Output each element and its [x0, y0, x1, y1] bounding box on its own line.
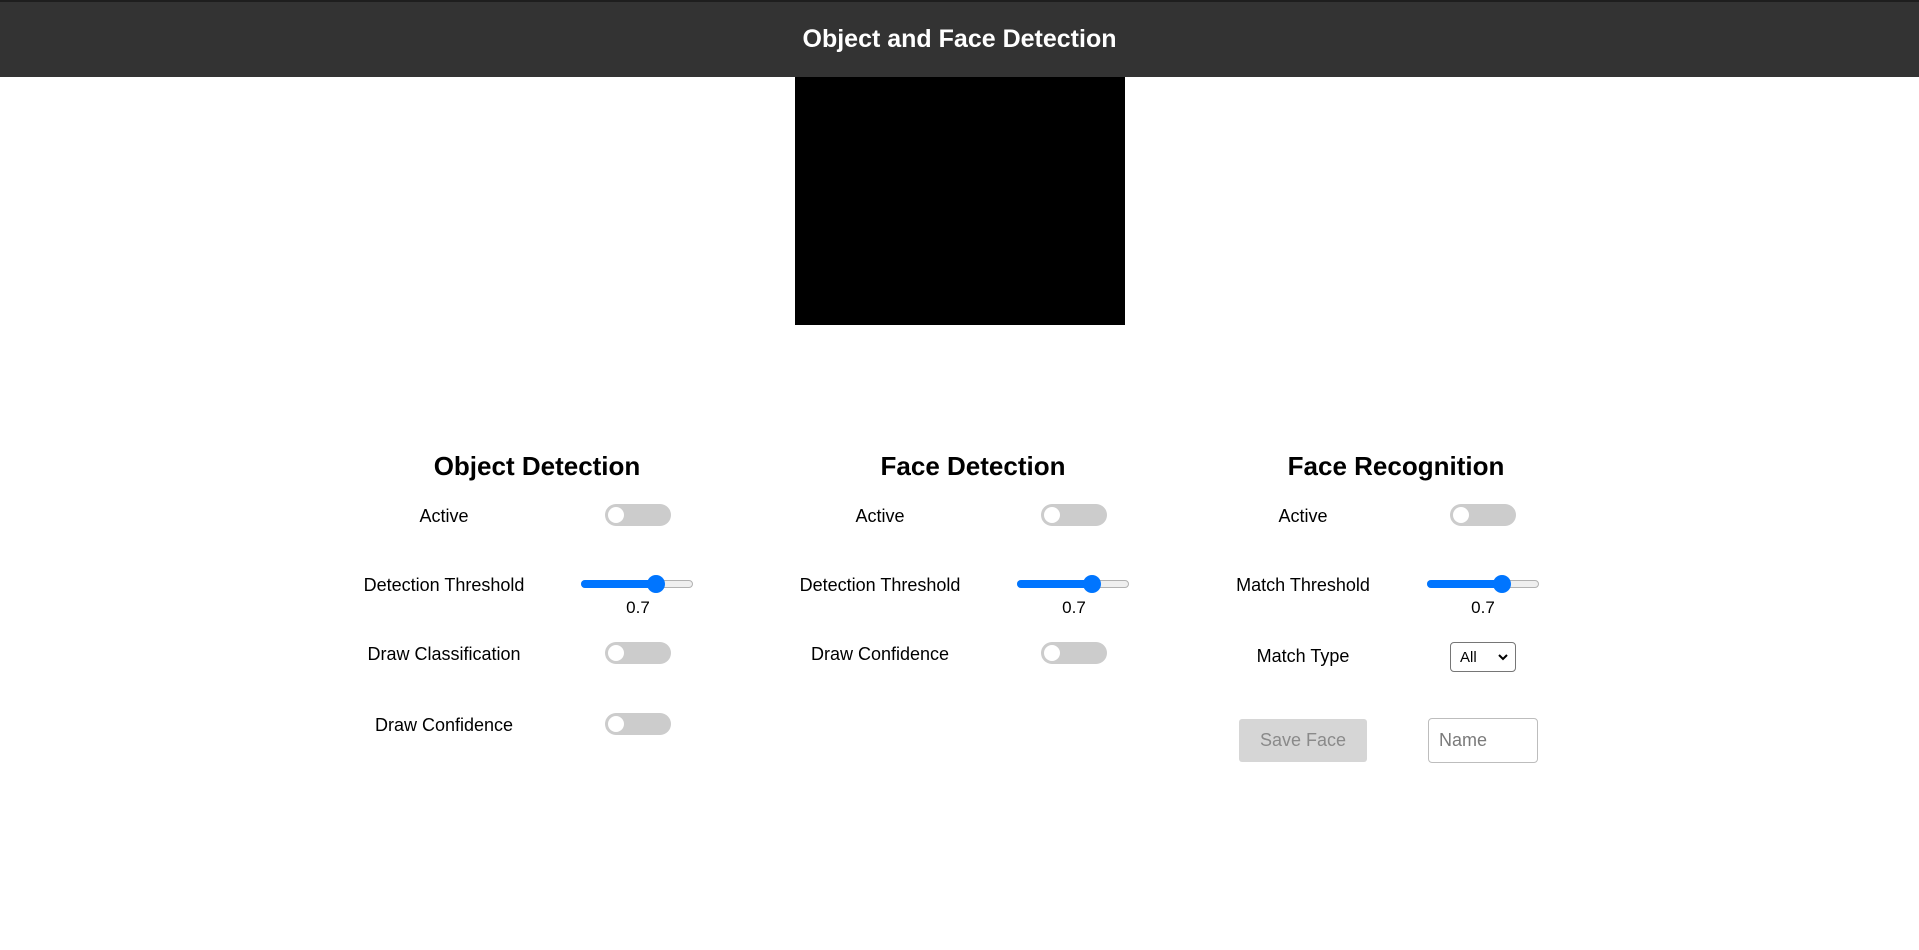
- object-draw-confidence-toggle[interactable]: [605, 713, 671, 735]
- object-threshold-value: 0.7: [626, 598, 650, 617]
- chevron-down-icon: [1498, 654, 1508, 661]
- video-feed: [795, 77, 1125, 325]
- face-active-label: Active: [855, 506, 905, 526]
- recognition-active-label: Active: [1278, 506, 1328, 526]
- object-draw-classification-toggle[interactable]: [605, 642, 671, 664]
- name-input[interactable]: Name: [1428, 718, 1538, 763]
- object-active-toggle[interactable]: [605, 504, 671, 526]
- face-threshold-slider[interactable]: [1017, 575, 1130, 595]
- object-draw-classification-label: Draw Classification: [367, 644, 521, 664]
- face-active-toggle[interactable]: [1041, 504, 1107, 526]
- match-type-selected: All: [1460, 648, 1477, 666]
- face-detection-title: Face Detection: [880, 451, 1066, 481]
- object-threshold-label: Detection Threshold: [363, 575, 525, 595]
- face-draw-confidence-toggle[interactable]: [1041, 642, 1107, 664]
- save-face-button[interactable]: Save Face: [1239, 719, 1367, 762]
- match-threshold-slider[interactable]: [1427, 575, 1540, 595]
- slider-fill: [1427, 580, 1502, 588]
- toggle-knob: [608, 716, 624, 732]
- toggle-knob: [608, 507, 624, 523]
- face-threshold-label: Detection Threshold: [799, 575, 961, 595]
- face-draw-confidence-label: Draw Confidence: [810, 644, 950, 664]
- page-title: Object and Face Detection: [802, 24, 1117, 53]
- match-threshold-value: 0.7: [1471, 598, 1495, 617]
- match-type-select[interactable]: All: [1450, 642, 1516, 672]
- object-detection-title: Object Detection: [433, 451, 641, 481]
- slider-thumb[interactable]: [1492, 575, 1511, 593]
- object-draw-confidence-label: Draw Confidence: [374, 715, 514, 735]
- recognition-active-toggle[interactable]: [1450, 504, 1516, 526]
- slider-fill: [1017, 580, 1092, 588]
- toggle-knob: [1044, 507, 1060, 523]
- object-threshold-slider[interactable]: [581, 575, 694, 595]
- slider-fill: [581, 580, 656, 588]
- match-type-label: Match Type: [1256, 646, 1350, 666]
- toggle-knob: [608, 645, 624, 661]
- face-recognition-title: Face Recognition: [1287, 451, 1505, 481]
- toggle-knob: [1044, 645, 1060, 661]
- app-header: Object and Face Detection: [0, 0, 1919, 77]
- object-active-label: Active: [419, 506, 469, 526]
- match-threshold-label: Match Threshold: [1236, 575, 1370, 595]
- slider-thumb[interactable]: [1082, 575, 1101, 593]
- toggle-knob: [1453, 507, 1469, 523]
- slider-thumb[interactable]: [646, 575, 665, 593]
- face-threshold-value: 0.7: [1062, 598, 1086, 617]
